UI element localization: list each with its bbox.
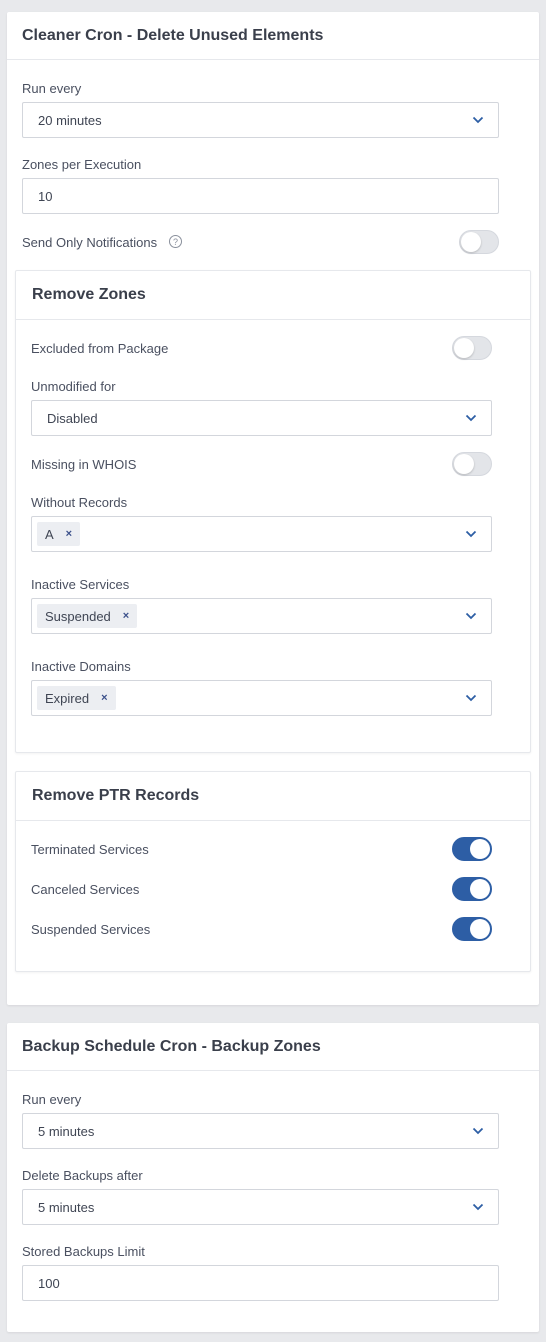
canceled-services-toggle[interactable] xyxy=(452,877,492,901)
tag-suspended: Suspended × xyxy=(37,604,138,628)
tag-remove-icon[interactable]: × xyxy=(123,610,129,622)
backup-run-every-select[interactable]: 5 minutes xyxy=(22,1113,499,1149)
tag-remove-icon[interactable]: × xyxy=(66,528,72,540)
missing-in-whois-label: Missing in WHOIS xyxy=(31,457,137,472)
cleaner-cron-title: Cleaner Cron - Delete Unused Elements xyxy=(7,12,539,60)
backup-run-every-label: Run every xyxy=(22,1092,82,1107)
unmodified-for-label: Unmodified for xyxy=(31,379,116,394)
tag-label: Suspended xyxy=(45,608,111,624)
toggle-knob xyxy=(461,232,481,252)
cleaner-cron-card: Cleaner Cron - Delete Unused Elements Ru… xyxy=(7,12,539,1005)
backup-run-every-value: 5 minutes xyxy=(38,1123,95,1139)
chevron-down-icon xyxy=(472,1203,484,1211)
delete-backups-after-value: 5 minutes xyxy=(38,1199,95,1215)
zones-per-execution-label: Zones per Execution xyxy=(22,157,142,172)
suspended-services-toggle[interactable] xyxy=(452,917,492,941)
without-records-label: Without Records xyxy=(31,495,128,510)
tag-a: A × xyxy=(37,522,81,546)
toggle-knob xyxy=(470,839,490,859)
terminated-services-toggle[interactable] xyxy=(452,837,492,861)
tag-remove-icon[interactable]: × xyxy=(101,692,107,704)
suspended-services-label: Suspended Services xyxy=(31,922,151,937)
chevron-down-icon xyxy=(465,612,477,620)
toggle-knob xyxy=(470,919,490,939)
inactive-domains-label: Inactive Domains xyxy=(31,659,131,674)
stored-backups-limit-label: Stored Backups Limit xyxy=(22,1244,145,1259)
chevron-down-icon xyxy=(465,414,477,422)
tag-label: Expired xyxy=(45,690,90,706)
terminated-services-label: Terminated Services xyxy=(31,842,149,857)
delete-backups-after-select[interactable]: 5 minutes xyxy=(22,1189,499,1225)
remove-ptr-records-title: Remove PTR Records xyxy=(16,772,530,821)
remove-zones-title: Remove Zones xyxy=(16,271,530,320)
canceled-services-label: Canceled Services xyxy=(31,882,140,897)
send-only-notifications-label: Send Only Notifications xyxy=(22,235,158,250)
zones-per-execution-value: 10 xyxy=(38,188,53,204)
stored-backups-limit-value: 100 xyxy=(38,1275,60,1291)
excluded-from-package-label: Excluded from Package xyxy=(31,341,169,356)
remove-ptr-records-card: Remove PTR Records Terminated Services C… xyxy=(15,771,531,972)
zones-per-execution-input[interactable]: 10 xyxy=(22,178,499,214)
send-only-notifications-toggle[interactable] xyxy=(459,230,499,254)
backup-schedule-title: Backup Schedule Cron - Backup Zones xyxy=(7,1023,539,1071)
tag-expired: Expired × xyxy=(37,686,116,710)
unmodified-for-select[interactable]: Disabled xyxy=(31,400,492,436)
delete-backups-after-label: Delete Backups after xyxy=(22,1168,143,1183)
inactive-services-multiselect[interactable]: Suspended × xyxy=(31,598,492,634)
toggle-knob xyxy=(470,879,490,899)
chevron-down-icon xyxy=(465,694,477,702)
toggle-knob xyxy=(454,454,474,474)
backup-schedule-card: Backup Schedule Cron - Backup Zones Run … xyxy=(7,1023,539,1332)
remove-zones-card: Remove Zones Excluded from Package Unmod… xyxy=(15,270,531,753)
inactive-services-label: Inactive Services xyxy=(31,577,130,592)
run-every-value: 20 minutes xyxy=(38,112,102,128)
missing-in-whois-toggle[interactable] xyxy=(452,452,492,476)
excluded-from-package-toggle[interactable] xyxy=(452,336,492,360)
run-every-label: Run every xyxy=(22,81,82,96)
help-icon[interactable]: ? xyxy=(169,235,182,248)
run-every-select[interactable]: 20 minutes xyxy=(22,102,499,138)
inactive-domains-multiselect[interactable]: Expired × xyxy=(31,680,492,716)
chevron-down-icon xyxy=(472,1127,484,1135)
toggle-knob xyxy=(454,338,474,358)
tag-label: A xyxy=(45,526,54,542)
chevron-down-icon xyxy=(465,530,477,538)
unmodified-for-value: Disabled xyxy=(47,410,98,426)
stored-backups-limit-input[interactable]: 100 xyxy=(22,1265,499,1301)
without-records-multiselect[interactable]: A × xyxy=(31,516,492,552)
chevron-down-icon xyxy=(472,116,484,124)
